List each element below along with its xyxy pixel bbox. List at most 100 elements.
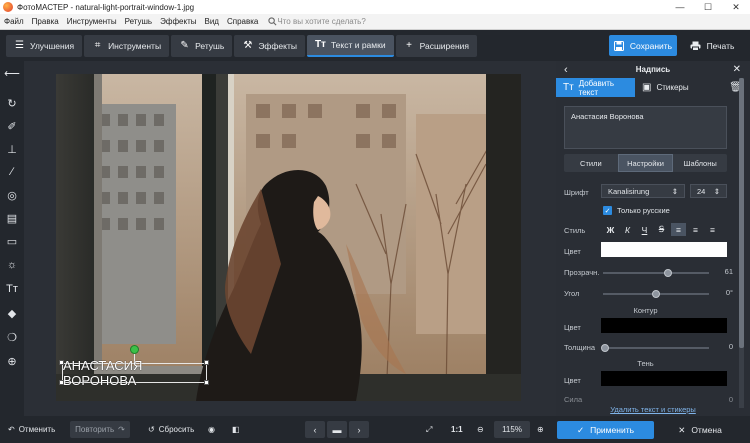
shadow-color-swatch[interactable]: [601, 371, 727, 386]
chevron-left-icon: ‹: [313, 424, 317, 435]
zoom-level[interactable]: 115%: [494, 421, 530, 438]
panel-scrollbar[interactable]: [739, 78, 744, 408]
tab-add-text-label: Добавить текст: [578, 78, 615, 97]
tab-add-text[interactable]: Tт Добавить текст: [556, 78, 635, 97]
command-search-input[interactable]: [277, 17, 388, 26]
target-icon[interactable]: ⊕: [4, 353, 20, 369]
thickness-slider[interactable]: [601, 344, 709, 352]
tab-extensions[interactable]: + Расширения: [395, 34, 478, 57]
preview-eye-button[interactable]: ◉: [208, 421, 215, 438]
save-button[interactable]: Сохранить: [609, 35, 677, 56]
contour-color-swatch[interactable]: [601, 318, 727, 333]
close-icon[interactable]: ✕: [733, 64, 741, 75]
caption-text-box[interactable]: АНАСТАСИЯ ВОРОНОВА: [62, 358, 207, 388]
wand-icon: ⚒: [243, 40, 253, 51]
print-button[interactable]: Печать: [681, 35, 743, 56]
menu-help[interactable]: Справка: [223, 17, 262, 26]
ratio-button[interactable]: 1:1: [451, 421, 463, 438]
printer-icon: [690, 41, 701, 51]
fit-screen-button[interactable]: ⤢: [426, 421, 432, 438]
only-russian-checkbox[interactable]: ✓: [603, 206, 612, 215]
maximize-button[interactable]: ☐: [694, 2, 722, 13]
close-window-button[interactable]: ✕: [722, 2, 750, 13]
tab-tools[interactable]: ⌗ Инструменты: [84, 34, 170, 57]
align-left-icon[interactable]: ≡: [671, 223, 686, 236]
menu-retouch[interactable]: Ретушь: [121, 17, 157, 26]
zoom-value: 115%: [502, 425, 522, 434]
only-russian-row[interactable]: ✓ Только русские: [603, 206, 670, 215]
menu-view[interactable]: Вид: [200, 17, 222, 26]
text-tool-icon[interactable]: Tт: [4, 281, 20, 297]
undo-button[interactable]: ↶ Отменить: [8, 421, 55, 438]
drop-icon[interactable]: ❍: [4, 329, 20, 345]
delete-text-stickers-link[interactable]: Удалить текст и стикеры: [556, 405, 750, 414]
apply-label: Применить: [590, 425, 635, 435]
compare-button[interactable]: ◧: [232, 421, 240, 438]
resize-handle-br[interactable]: [204, 380, 209, 385]
caption-panel: ‹ Надпись ✕ Tт Добавить текст ▣ Стикеры …: [556, 61, 750, 416]
resize-handle-tl[interactable]: [59, 360, 64, 365]
prev-photo-button[interactable]: ‹: [305, 421, 325, 438]
redo-button[interactable]: Повторить ↷: [70, 421, 130, 438]
menu-edit[interactable]: Правка: [28, 17, 63, 26]
vignette-icon[interactable]: ▭: [4, 233, 20, 249]
tab-label: Инструменты: [108, 40, 162, 51]
tab-effects[interactable]: ⚒ Эффекты: [234, 34, 305, 57]
fill-icon[interactable]: ◆: [4, 305, 20, 321]
segment-styles[interactable]: Стили: [564, 154, 618, 172]
opacity-slider-knob[interactable]: [663, 269, 672, 277]
angle-slider[interactable]: [603, 290, 709, 298]
open-folder-button[interactable]: ▬: [327, 421, 347, 438]
close-icon: ✕: [678, 424, 686, 435]
resize-handle-bl[interactable]: [59, 380, 64, 385]
minimize-button[interactable]: —: [666, 2, 694, 13]
tab-stickers[interactable]: ▣ Стикеры: [635, 78, 696, 97]
light-icon[interactable]: ☼: [4, 257, 20, 273]
back-chevron-icon[interactable]: ‹: [564, 64, 568, 76]
thickness-slider-knob[interactable]: [601, 344, 609, 352]
tab-stickers-label: Стикеры: [656, 83, 689, 92]
align-center-icon[interactable]: ≡: [688, 223, 703, 236]
settings-segment: Стили Настройки Шаблоны: [564, 154, 727, 172]
resize-handle-tr[interactable]: [204, 360, 209, 365]
brush-tool-icon[interactable]: ∕: [4, 164, 20, 180]
stamp-icon[interactable]: ⊥: [4, 141, 20, 157]
opacity-slider[interactable]: [603, 269, 709, 277]
search-icon: [268, 17, 277, 26]
cancel-button[interactable]: ✕ Отмена: [657, 421, 743, 439]
font-size-select[interactable]: 24 ⇕: [690, 184, 727, 198]
tab-text-and-frames[interactable]: Tт Текст и рамки: [306, 34, 394, 57]
shadow-strength-label: Сила: [564, 395, 583, 404]
segment-templates[interactable]: Шаблоны: [673, 154, 727, 172]
menu-effects[interactable]: Эффекты: [156, 17, 200, 26]
photo-canvas[interactable]: [56, 74, 521, 401]
rotate-icon[interactable]: ↻: [4, 95, 20, 111]
reset-button[interactable]: ↺ Сбросить: [148, 421, 194, 438]
text-color-swatch[interactable]: [601, 242, 727, 257]
menu-file[interactable]: Файл: [0, 17, 28, 26]
underline-button[interactable]: Ч: [637, 223, 652, 236]
next-photo-button[interactable]: ›: [349, 421, 369, 438]
back-arrow-icon[interactable]: ⟵: [4, 65, 20, 81]
italic-button[interactable]: К: [620, 223, 635, 236]
radial-icon[interactable]: ◎: [4, 187, 20, 203]
menu-tools[interactable]: Инструменты: [63, 17, 121, 26]
tab-enhancements[interactable]: ☰ Улучшения: [6, 34, 83, 57]
left-toolbar: ⟵ ↻ ✐ ⊥ ∕ ◎ ▤ ▭ ☼ Tт ◆ ❍ ⊕: [0, 61, 24, 416]
caption-text-input[interactable]: [564, 106, 727, 149]
gradient-icon[interactable]: ▤: [4, 210, 20, 226]
bold-button[interactable]: Ж: [603, 223, 618, 236]
apply-button[interactable]: ✓ Применить: [557, 421, 654, 439]
font-select[interactable]: Kanalisirung ⇕: [601, 184, 685, 198]
segment-settings[interactable]: Настройки: [617, 154, 674, 172]
zoom-in-button[interactable]: ⊕: [537, 421, 544, 438]
style-label: Стиль: [564, 226, 586, 235]
eraser-icon[interactable]: ✐: [4, 118, 20, 134]
zoom-out-button[interactable]: ⊖: [477, 421, 484, 438]
rotate-handle[interactable]: [130, 345, 139, 354]
align-right-icon[interactable]: ≡: [705, 223, 720, 236]
tab-retouch[interactable]: ✎ Ретушь: [171, 34, 233, 57]
scrollbar-thumb[interactable]: [739, 78, 744, 348]
angle-slider-knob[interactable]: [652, 290, 660, 298]
strikethrough-button[interactable]: Ꞩ: [654, 223, 669, 236]
